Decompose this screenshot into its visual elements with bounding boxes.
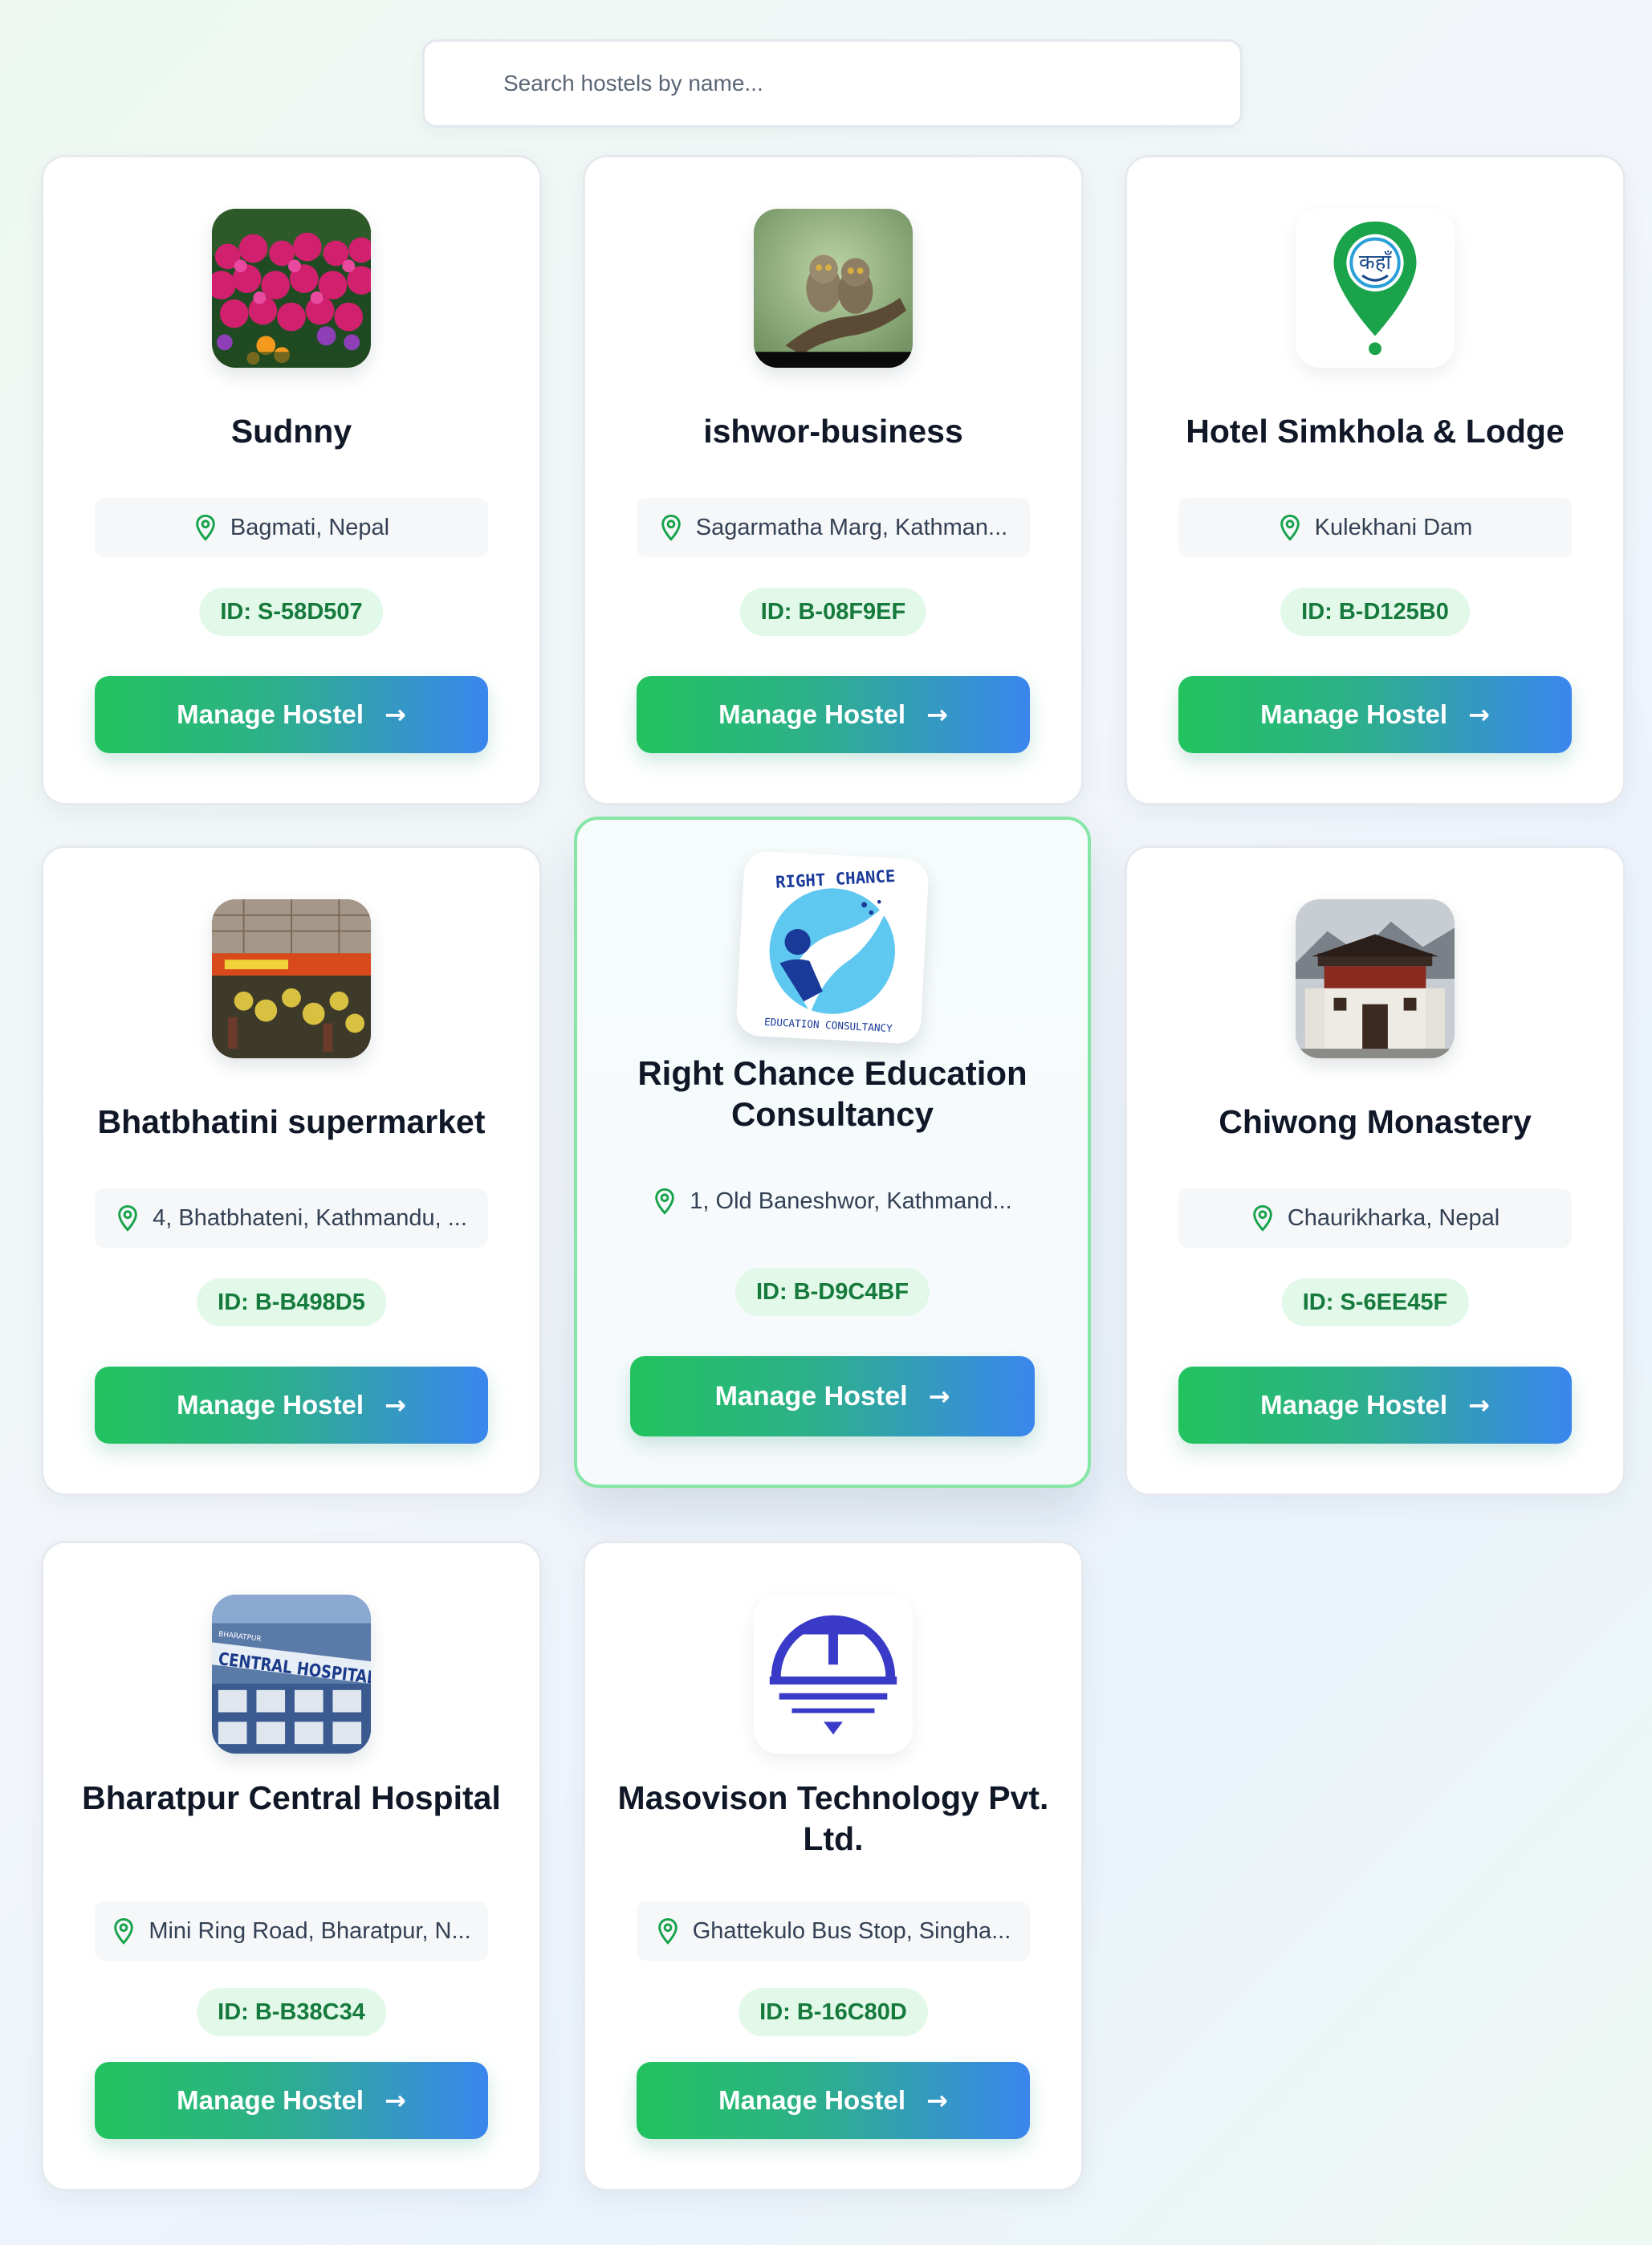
manage-hostel-label: Manage Hostel xyxy=(718,699,906,729)
hostel-grid: Sudnny Bagmati, Nepal ID: S-58D507 Manag… xyxy=(0,0,1652,2245)
hostel-location: 4, Bhatbhateni, Kathmandu, ... xyxy=(95,1188,488,1248)
hostel-id-badge: ID: B-B498D5 xyxy=(197,1278,386,1326)
hostel-id-badge: ID: B-B38C34 xyxy=(197,1988,386,2036)
arrow-right-icon: → xyxy=(926,2085,948,2116)
hostel-card-hovered: RIGHT CHANCE EDUCATION CONSULTANCY Right… xyxy=(574,817,1091,1488)
arrow-right-icon: → xyxy=(1468,1390,1490,1420)
hostel-location-text: Sagarmatha Marg, Kathman... xyxy=(695,514,1008,540)
manage-hostel-button[interactable]: Manage Hostel → xyxy=(637,2062,1030,2139)
logo-text: कहाँ xyxy=(1359,250,1393,275)
hostel-card: ishwor-business Sagarmatha Marg, Kathman… xyxy=(583,155,1084,805)
manage-hostel-button[interactable]: Manage Hostel → xyxy=(95,2062,488,2139)
arrow-right-icon: → xyxy=(385,2085,406,2116)
location-pin-icon xyxy=(661,514,681,541)
manage-hostel-label: Manage Hostel xyxy=(1260,1390,1448,1420)
hostel-location: Chaurikharka, Nepal xyxy=(1178,1188,1572,1248)
hostel-location: Ghattekulo Bus Stop, Singha... xyxy=(637,1901,1030,1961)
hostel-name: Hotel Simkhola & Lodge xyxy=(1186,413,1565,450)
hostel-card: Bhatbhatini supermarket 4, Bhatbhateni, … xyxy=(41,845,542,1496)
hostel-id-badge: ID: B-D9C4BF xyxy=(734,1268,930,1316)
manage-hostel-button[interactable]: Manage Hostel → xyxy=(630,1356,1035,1436)
hostel-location-text: Mini Ring Road, Bharatpur, N... xyxy=(149,1917,471,1944)
arrow-right-icon: → xyxy=(928,1381,950,1412)
hostel-location-text: 4, Bhatbhateni, Kathmandu, ... xyxy=(153,1204,467,1231)
hostel-name: Masovison Technology Pvt. Ltd. xyxy=(617,1779,1049,1857)
hostel-name: Bhatbhatini supermarket xyxy=(97,1103,486,1140)
location-pin-icon xyxy=(114,1917,134,1945)
hostel-image xyxy=(754,1595,913,1754)
hostel-id-badge: ID: B-16C80D xyxy=(739,1988,928,2036)
location-pin-icon xyxy=(657,1917,677,1945)
hostel-location: Bagmati, Nepal xyxy=(95,498,488,557)
hostel-name: Right Chance Education Consultancy xyxy=(637,1054,1027,1133)
manage-hostel-button[interactable]: Manage Hostel → xyxy=(95,676,488,753)
manage-hostel-label: Manage Hostel xyxy=(177,699,364,729)
arrow-right-icon: → xyxy=(385,699,406,730)
hostel-location-text: 1, Old Baneshwor, Kathmand... xyxy=(690,1188,1012,1214)
arrow-right-icon: → xyxy=(926,699,948,730)
hostel-card: Masovison Technology Pvt. Ltd. Ghattekul… xyxy=(583,1541,1084,2191)
hostel-image xyxy=(754,209,913,368)
location-pin-icon xyxy=(118,1204,137,1232)
manage-hostel-button[interactable]: Manage Hostel → xyxy=(637,676,1030,753)
hostel-card: Sudnny Bagmati, Nepal ID: S-58D507 Manag… xyxy=(41,155,542,805)
hostel-image xyxy=(1296,899,1455,1058)
hostel-location: Kulekhani Dam xyxy=(1178,498,1572,557)
hostel-name: Chiwong Monastery xyxy=(1219,1103,1532,1140)
manage-hostel-button[interactable]: Manage Hostel → xyxy=(1178,676,1572,753)
manage-hostel-label: Manage Hostel xyxy=(718,2085,906,2115)
hostel-image xyxy=(212,209,371,368)
manage-hostel-label: Manage Hostel xyxy=(177,1390,364,1420)
hostel-id-badge: ID: B-D125B0 xyxy=(1280,588,1470,636)
hostel-location: 1, Old Baneshwor, Kathmand... xyxy=(629,1171,1036,1231)
hostel-name: ishwor-business xyxy=(703,413,963,450)
hostel-image: BHARATPUR CENTRAL HOSPITAL xyxy=(212,1595,371,1754)
hostel-image: RIGHT CHANCE EDUCATION CONSULTANCY xyxy=(735,850,930,1045)
location-pin-icon xyxy=(1280,514,1300,541)
hostel-location: Sagarmatha Marg, Kathman... xyxy=(637,498,1030,557)
manage-hostel-button[interactable]: Manage Hostel → xyxy=(95,1367,488,1444)
hostel-image: कहाँ xyxy=(1296,209,1455,368)
hostel-name: Bharatpur Central Hospital xyxy=(82,1779,501,1816)
manage-hostel-label: Manage Hostel xyxy=(714,1380,908,1412)
hostel-card: Chiwong Monastery Chaurikharka, Nepal ID… xyxy=(1125,845,1626,1496)
arrow-right-icon: → xyxy=(385,1390,406,1420)
hostel-name: Sudnny xyxy=(230,413,352,450)
arrow-right-icon: → xyxy=(1468,699,1490,730)
manage-hostel-label: Manage Hostel xyxy=(177,2085,364,2115)
location-pin-icon xyxy=(196,514,215,541)
hostel-location-text: Ghattekulo Bus Stop, Singha... xyxy=(692,1917,1011,1944)
manage-hostel-button[interactable]: Manage Hostel → xyxy=(1178,1367,1572,1444)
hostel-location-text: Bagmati, Nepal xyxy=(230,514,390,540)
location-pin-icon xyxy=(1253,1204,1272,1232)
hostel-location: Mini Ring Road, Bharatpur, N... xyxy=(95,1901,488,1961)
hostel-card: कहाँ Hotel Simkhola & Lodge Kulekhani Da… xyxy=(1125,155,1626,805)
hostel-image xyxy=(212,899,371,1058)
manage-hostel-label: Manage Hostel xyxy=(1260,699,1448,729)
hostel-location-text: Chaurikharka, Nepal xyxy=(1287,1204,1500,1231)
hostel-card: BHARATPUR CENTRAL HOSPITAL Bharatpur Cen… xyxy=(41,1541,542,2191)
location-pin-icon xyxy=(655,1188,675,1215)
hostel-id-badge: ID: S-6EE45F xyxy=(1281,1278,1469,1326)
hostel-id-badge: ID: S-58D507 xyxy=(199,588,384,636)
hostel-location-text: Kulekhani Dam xyxy=(1314,514,1473,540)
hostel-id-badge: ID: B-08F9EF xyxy=(739,588,927,636)
